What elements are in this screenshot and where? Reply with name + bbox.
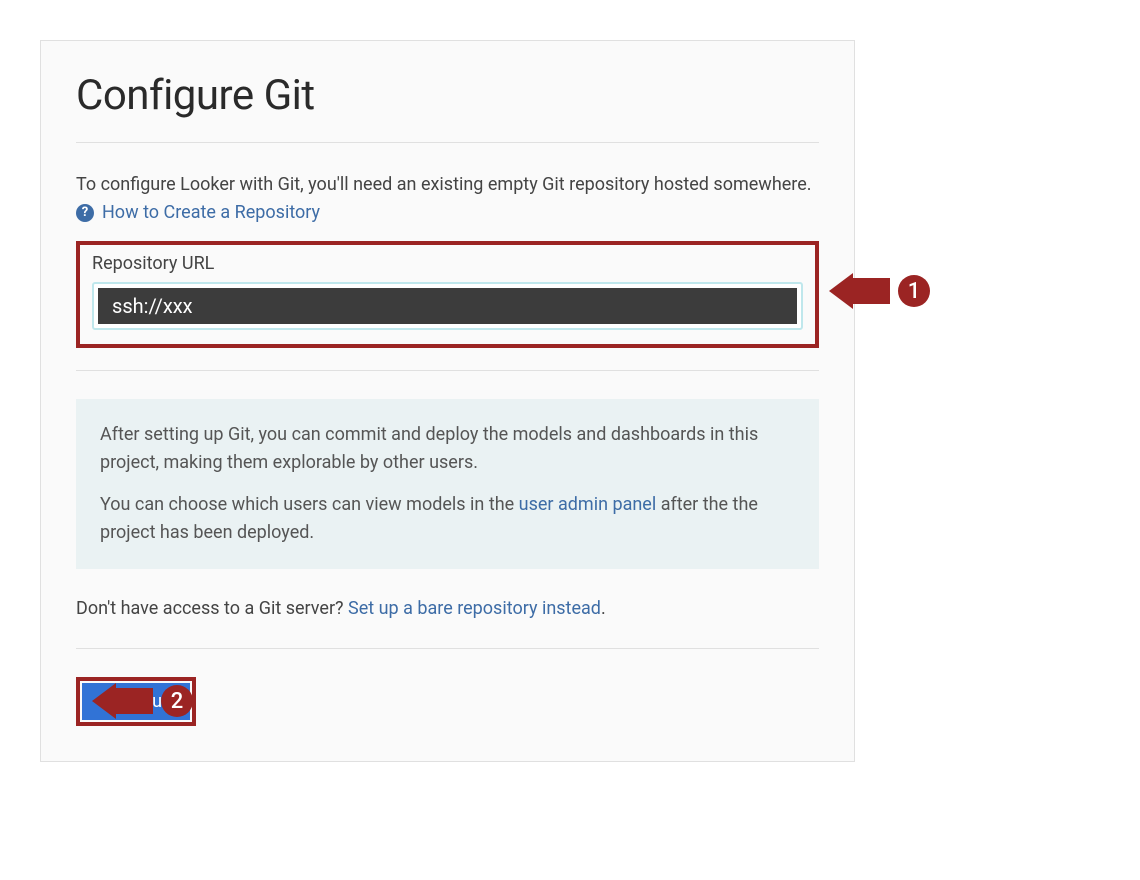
user-admin-panel-link[interactable]: user admin panel [519,494,657,515]
help-icon: ? [76,204,94,222]
repo-url-label: Repository URL [92,253,803,274]
repo-url-input-wrap [92,282,803,330]
info-box: After setting up Git, you can commit and… [76,399,819,569]
divider-mid [76,370,819,371]
alt-after: . [601,598,606,619]
alt-before: Don't have access to a Git server? [76,598,348,619]
arrow-left-icon [829,273,890,309]
alt-setup-text: Don't have access to a Git server? Set u… [76,595,819,622]
button-row: Continue 2 [76,677,819,726]
info-paragraph-2: You can choose which users can view mode… [100,491,795,547]
repo-url-input[interactable] [98,288,797,324]
repo-url-highlight: Repository URL 1 [76,241,819,348]
divider-top [76,142,819,143]
annotation-number-1: 1 [898,275,930,307]
annotation-1: 1 [829,273,930,309]
info-paragraph-1: After setting up Git, you can commit and… [100,421,795,477]
info-p2-before: You can choose which users can view mode… [100,494,519,515]
arrow-left-icon [92,683,153,719]
intro-text: To configure Looker with Git, you'll nee… [76,171,819,198]
help-link-line: ? How to Create a Repository [76,202,819,223]
bare-repo-link[interactable]: Set up a bare repository instead [348,598,601,619]
configure-git-panel: Configure Git To configure Looker with G… [40,40,855,762]
annotation-2: 2 [92,683,193,719]
page-title: Configure Git [76,71,819,120]
divider-bottom [76,648,819,649]
how-to-create-repo-link[interactable]: How to Create a Repository [102,202,320,223]
annotation-number-2: 2 [161,685,193,717]
